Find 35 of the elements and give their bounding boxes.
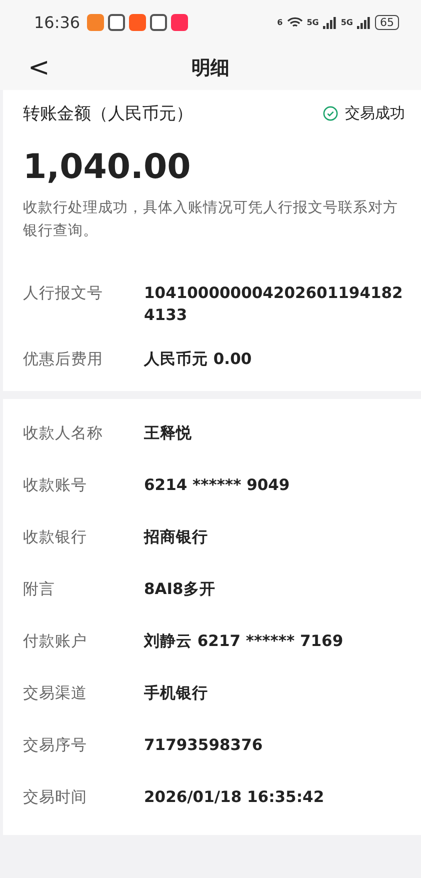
status-time: 16:36 [34,13,80,32]
wifi-icon [286,16,303,29]
field-label: 优惠后费用 [23,349,104,370]
field-label: 收款账号 [23,475,88,496]
wifi-label: 6 [277,18,283,27]
signal-icon [322,16,337,29]
field-label: 附言 [23,579,56,600]
status-note: 收款行处理成功，具体入账情况可凭人行报文号联系对方银行查询。 [23,198,399,241]
field-value: 招商银行 [144,527,209,548]
field-value: 6214 ****** 9049 [144,475,291,496]
field-value: 人民币元 0.00 [144,349,253,370]
signal-icon [357,16,371,29]
page-title: 明细 [192,56,230,80]
field-label: 收款人名称 [23,423,104,444]
network-label: 5G [340,18,353,27]
network-label: 5G [306,18,319,27]
amount-label: 转账金额（人民币元） [23,103,193,125]
status-text: 交易成功 [345,104,405,123]
field-value: 刘静云 6217 ****** 7169 [144,631,344,652]
field-label: 交易序号 [23,735,88,756]
field-label: 付款账户 [23,631,88,652]
field-value: 2026/01/18 16:35:42 [144,787,326,808]
battery-indicator: 65 [375,15,399,30]
field-value: 8AI8多开 [144,579,216,600]
field-label: 人行报文号 [23,283,104,304]
field-label: 交易时间 [23,787,88,808]
field-value: 王释悦 [144,423,193,444]
field-value: 104100000004202601194182 4133 [144,283,404,326]
field-value: 手机银行 [144,683,209,704]
amount-value: 1,040.00 [23,147,192,187]
check-circle-icon [323,106,338,121]
back-button[interactable]: < [22,52,56,82]
field-label: 交易渠道 [23,683,88,704]
field-label: 收款银行 [23,527,88,548]
field-value: 71793598376 [144,735,264,756]
